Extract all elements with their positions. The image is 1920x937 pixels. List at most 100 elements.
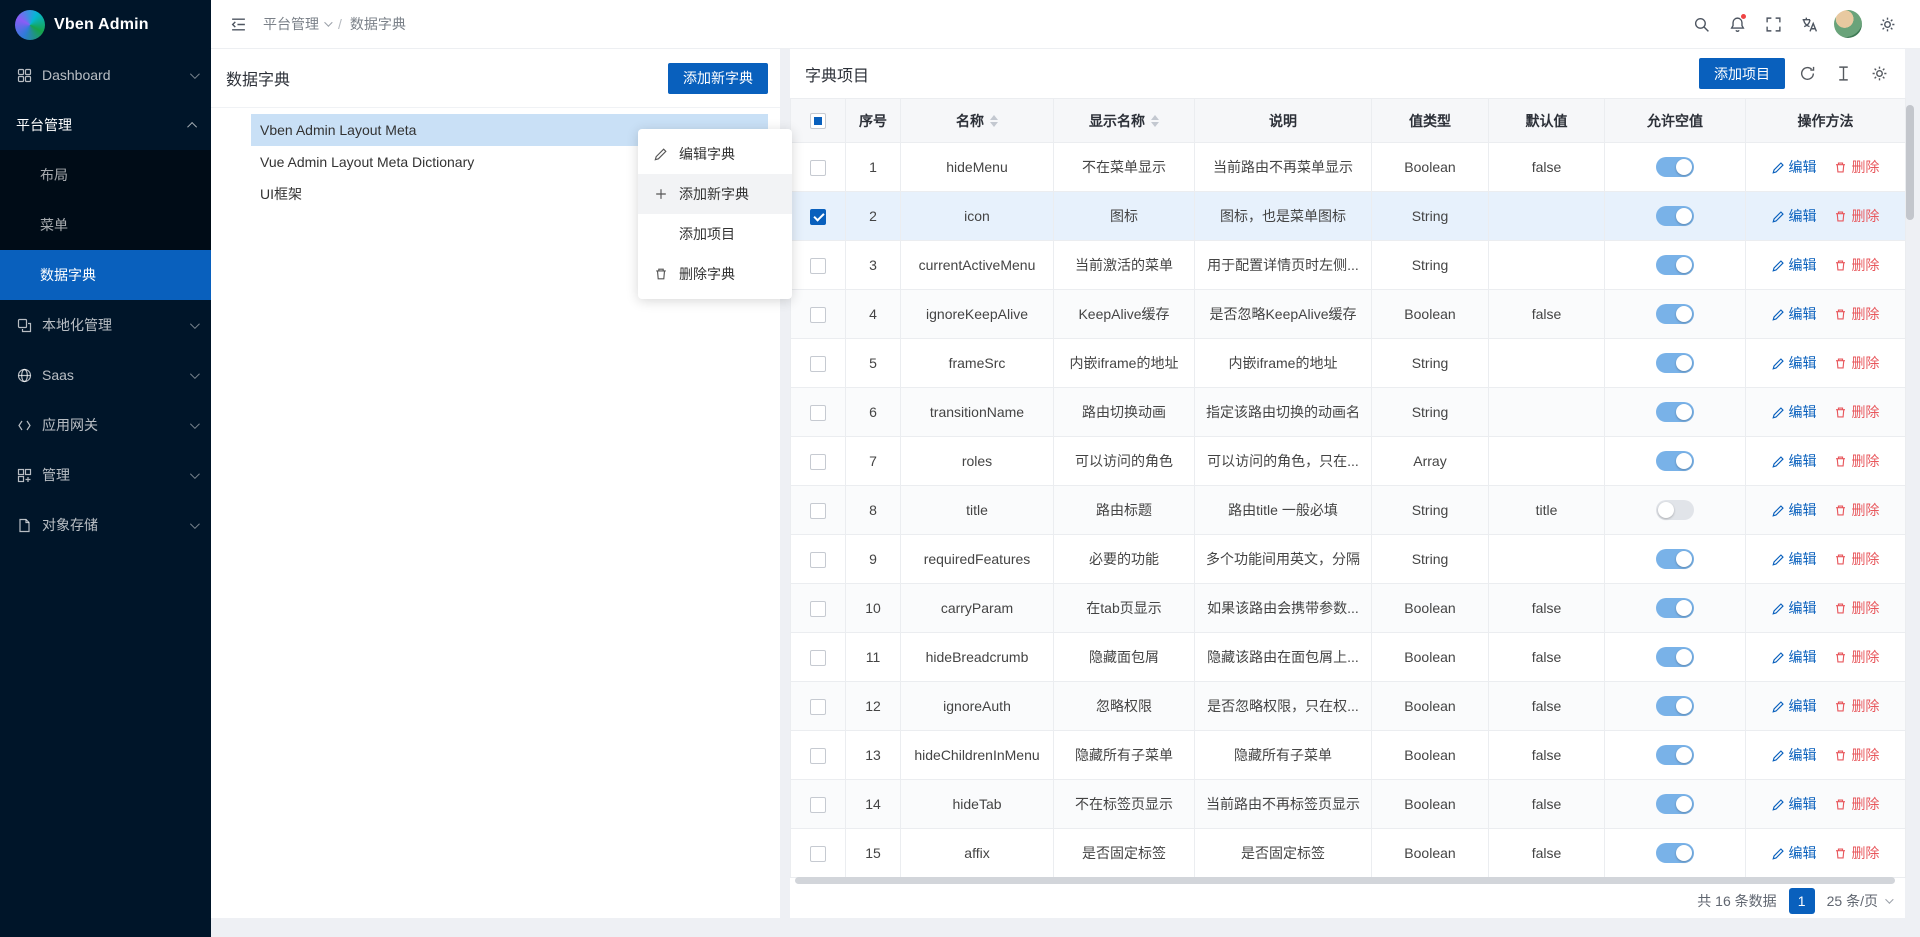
column-header-display[interactable]: 显示名称 <box>1054 99 1195 143</box>
allow-empty-toggle[interactable] <box>1656 794 1694 814</box>
sidebar-item-data-dictionary[interactable]: 数据字典 <box>0 250 211 300</box>
delete-button[interactable]: 删除 <box>1834 843 1879 863</box>
allow-empty-toggle[interactable] <box>1656 647 1694 667</box>
row-checkbox[interactable] <box>810 552 826 568</box>
settings-gear-icon[interactable] <box>1872 9 1902 39</box>
delete-button[interactable]: 删除 <box>1834 549 1879 569</box>
edit-button[interactable]: 编辑 <box>1772 745 1817 765</box>
row-checkbox[interactable] <box>810 405 826 421</box>
edit-button[interactable]: 编辑 <box>1772 696 1817 716</box>
vertical-scrollbar[interactable] <box>1906 105 1914 220</box>
row-checkbox[interactable] <box>810 601 826 617</box>
horizontal-scrollbar[interactable] <box>795 877 1895 884</box>
row-checkbox[interactable] <box>810 356 826 372</box>
delete-button[interactable]: 删除 <box>1834 353 1879 373</box>
context-menu-delete-dictionary[interactable]: 删除字典 <box>638 254 792 294</box>
edit-button[interactable]: 编辑 <box>1772 500 1817 520</box>
delete-button[interactable]: 删除 <box>1834 794 1879 814</box>
allow-empty-toggle[interactable] <box>1656 843 1694 863</box>
sidebar-item-manage[interactable]: 管理 <box>0 450 211 500</box>
delete-button[interactable]: 删除 <box>1834 598 1879 618</box>
allow-empty-toggle[interactable] <box>1656 353 1694 373</box>
edit-button[interactable]: 编辑 <box>1772 843 1817 863</box>
edit-button[interactable]: 编辑 <box>1772 402 1817 422</box>
allow-empty-toggle[interactable] <box>1656 402 1694 422</box>
breadcrumb-platform[interactable]: 平台管理 <box>263 14 330 34</box>
user-avatar[interactable] <box>1834 10 1862 38</box>
context-menu-add-item[interactable]: 添加项目 <box>638 214 792 254</box>
edit-button-label: 编辑 <box>1789 157 1817 177</box>
sidebar-item-gateway[interactable]: 应用网关 <box>0 400 211 450</box>
allow-empty-toggle[interactable] <box>1656 598 1694 618</box>
row-checkbox[interactable] <box>810 797 826 813</box>
delete-button[interactable]: 删除 <box>1834 206 1879 226</box>
delete-button[interactable]: 删除 <box>1834 500 1879 520</box>
app-logo[interactable]: Vben Admin <box>0 0 211 50</box>
edit-button[interactable]: 编辑 <box>1772 353 1817 373</box>
edit-button[interactable]: 编辑 <box>1772 647 1817 667</box>
row-checkbox[interactable] <box>810 454 826 470</box>
allow-empty-toggle[interactable] <box>1656 451 1694 471</box>
row-checkbox[interactable] <box>810 748 826 764</box>
edit-button[interactable]: 编辑 <box>1772 304 1817 324</box>
add-item-button[interactable]: 添加项目 <box>1699 58 1785 89</box>
allow-empty-toggle[interactable] <box>1656 206 1694 226</box>
row-height-icon[interactable] <box>1829 60 1857 88</box>
sidebar-item-object-storage[interactable]: 对象存储 <box>0 500 211 550</box>
notification-bell-icon[interactable] <box>1722 9 1752 39</box>
row-checkbox[interactable] <box>810 307 826 323</box>
sidebar-item-layout[interactable]: 布局 <box>0 150 211 200</box>
allow-empty-toggle[interactable] <box>1656 157 1694 177</box>
column-settings-gear-icon[interactable] <box>1865 60 1893 88</box>
fullscreen-icon[interactable] <box>1758 9 1788 39</box>
delete-button[interactable]: 删除 <box>1834 696 1879 716</box>
sidebar-item-platform[interactable]: 平台管理 <box>0 100 211 150</box>
search-icon[interactable] <box>1686 9 1716 39</box>
row-checkbox[interactable] <box>810 209 826 225</box>
delete-button[interactable]: 删除 <box>1834 304 1879 324</box>
edit-button[interactable]: 编辑 <box>1772 598 1817 618</box>
sidebar-item-dashboard[interactable]: Dashboard <box>0 50 211 100</box>
breadcrumb: 平台管理 / 数据字典 <box>263 14 406 34</box>
allow-empty-toggle[interactable] <box>1656 745 1694 765</box>
delete-button[interactable]: 删除 <box>1834 745 1879 765</box>
delete-button[interactable]: 删除 <box>1834 647 1879 667</box>
row-checkbox[interactable] <box>810 846 826 862</box>
row-checkbox[interactable] <box>810 160 826 176</box>
breadcrumb-data-dictionary[interactable]: 数据字典 <box>350 14 406 34</box>
allow-empty-toggle[interactable] <box>1656 304 1694 324</box>
edit-button[interactable]: 编辑 <box>1772 549 1817 569</box>
allow-empty-toggle[interactable] <box>1656 255 1694 275</box>
cell-name: hideChildrenInMenu <box>901 731 1054 780</box>
row-checkbox[interactable] <box>810 650 826 666</box>
allow-empty-toggle[interactable] <box>1656 549 1694 569</box>
menu-fold-icon[interactable] <box>223 9 253 39</box>
allow-empty-toggle[interactable] <box>1656 696 1694 716</box>
sidebar-item-localization[interactable]: 本地化管理 <box>0 300 211 350</box>
delete-button[interactable]: 删除 <box>1834 157 1879 177</box>
refresh-icon[interactable] <box>1793 60 1821 88</box>
row-checkbox[interactable] <box>810 503 826 519</box>
allow-empty-toggle[interactable] <box>1656 500 1694 520</box>
row-checkbox[interactable] <box>810 258 826 274</box>
context-menu-edit-dictionary[interactable]: 编辑字典 <box>638 134 792 174</box>
edit-button[interactable]: 编辑 <box>1772 157 1817 177</box>
row-checkbox[interactable] <box>810 699 826 715</box>
edit-button[interactable]: 编辑 <box>1772 794 1817 814</box>
sidebar-item-menu[interactable]: 菜单 <box>0 200 211 250</box>
pagination-page-button[interactable]: 1 <box>1789 888 1815 914</box>
translate-icon[interactable] <box>1794 9 1824 39</box>
context-menu-add-dictionary[interactable]: 添加新字典 <box>638 174 792 214</box>
select-all-checkbox[interactable] <box>810 113 826 129</box>
edit-button[interactable]: 编辑 <box>1772 206 1817 226</box>
dictionary-panel-header: 数据字典 添加新字典 <box>211 49 780 108</box>
delete-button[interactable]: 删除 <box>1834 451 1879 471</box>
column-header-name[interactable]: 名称 <box>901 99 1054 143</box>
pagination-page-size-select[interactable]: 25 条/页 <box>1827 891 1891 911</box>
edit-button[interactable]: 编辑 <box>1772 255 1817 275</box>
edit-button[interactable]: 编辑 <box>1772 451 1817 471</box>
add-dictionary-button[interactable]: 添加新字典 <box>668 63 768 94</box>
delete-button[interactable]: 删除 <box>1834 255 1879 275</box>
delete-button[interactable]: 删除 <box>1834 402 1879 422</box>
sidebar-item-saas[interactable]: Saas <box>0 350 211 400</box>
